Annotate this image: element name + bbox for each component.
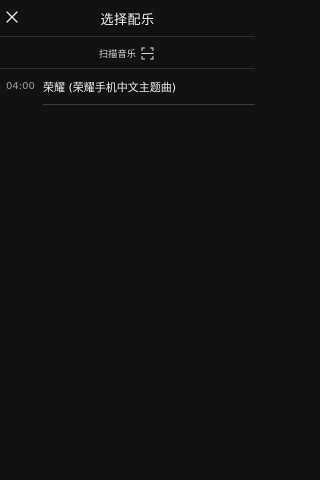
top-bar: 选择配乐 [0, 0, 255, 36]
song-title: 荣耀 (荣耀手机中文主题曲) [43, 81, 177, 94]
scan-music-label: 扫描音乐 [99, 49, 137, 60]
song-divider [43, 104, 255, 105]
scan-music-row: 扫描音乐 [0, 37, 255, 68]
page-title: 选择配乐 [100, 13, 155, 28]
song-list: 04:00 荣耀 (荣耀手机中文主题曲) [0, 69, 255, 105]
song-item[interactable]: 04:00 荣耀 (荣耀手机中文主题曲) [0, 69, 255, 105]
scan-music-button[interactable]: 扫描音乐 [99, 45, 154, 61]
scan-icon [141, 47, 154, 60]
song-duration: 04:00 [6, 81, 35, 92]
